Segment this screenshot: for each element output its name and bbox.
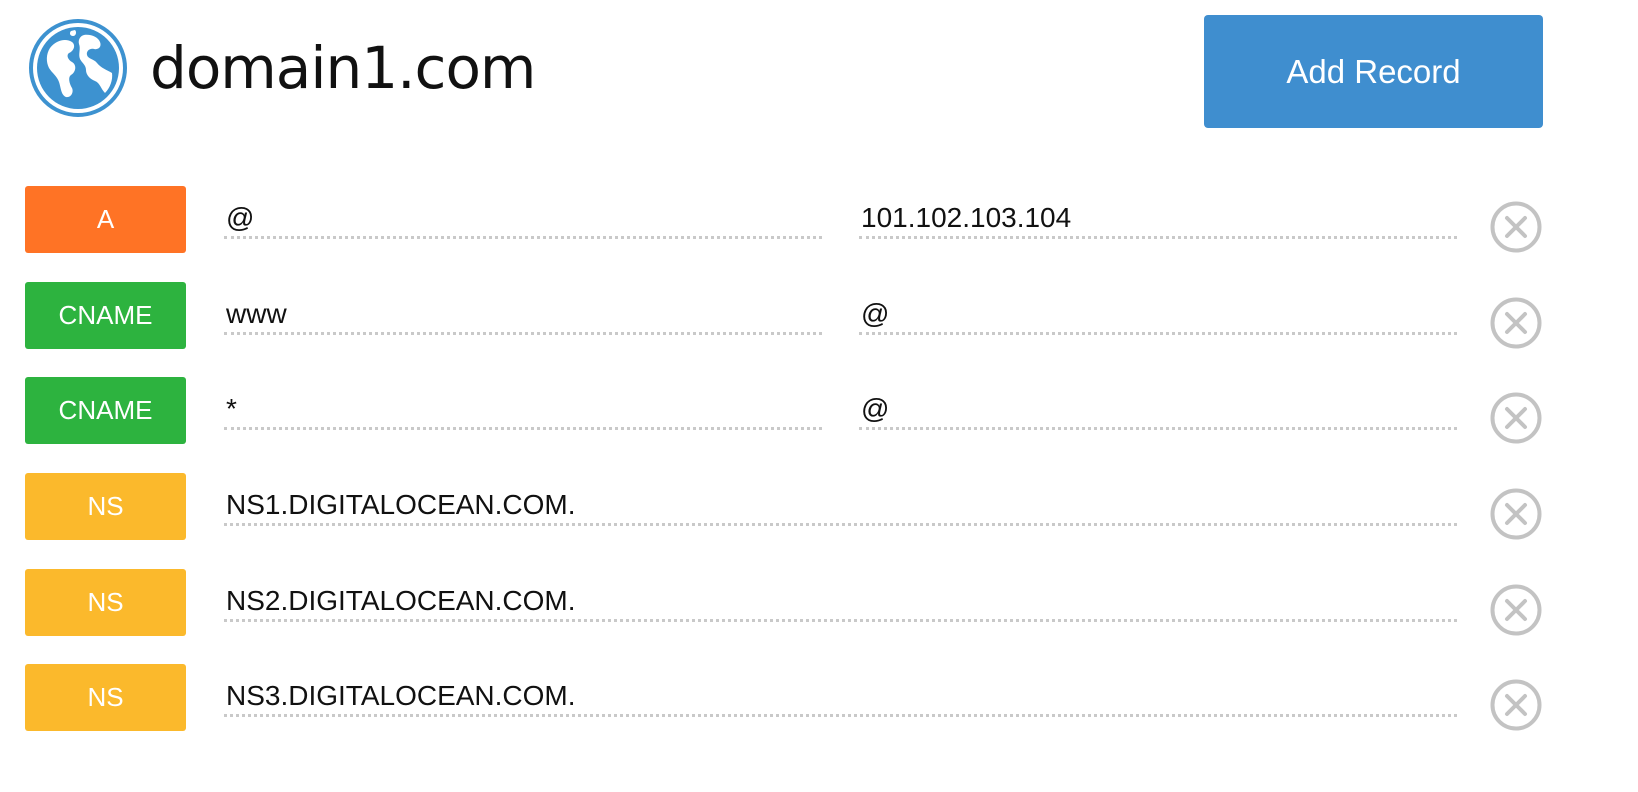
delete-record-icon[interactable] bbox=[1490, 297, 1542, 349]
record-value-input[interactable] bbox=[224, 582, 1457, 622]
header: domain1.com Add Record bbox=[0, 0, 1638, 140]
record-row: A bbox=[0, 185, 1638, 253]
record-type-badge[interactable]: A bbox=[25, 186, 186, 253]
record-type-badge[interactable]: NS bbox=[25, 473, 186, 540]
delete-record-icon[interactable] bbox=[1490, 201, 1542, 253]
record-type-badge[interactable]: NS bbox=[25, 569, 186, 636]
domain-title: domain1.com bbox=[150, 34, 536, 102]
delete-record-icon[interactable] bbox=[1490, 392, 1542, 444]
record-row: NS bbox=[0, 663, 1638, 731]
record-value-input[interactable] bbox=[859, 390, 1457, 430]
record-row: NS bbox=[0, 568, 1638, 636]
record-name-input[interactable] bbox=[224, 199, 822, 239]
add-record-button[interactable]: Add Record bbox=[1204, 15, 1543, 128]
record-value-input[interactable] bbox=[224, 486, 1457, 526]
record-value-input[interactable] bbox=[859, 199, 1457, 239]
record-name-input[interactable] bbox=[224, 390, 822, 430]
delete-record-icon[interactable] bbox=[1490, 584, 1542, 636]
record-row: CNAME bbox=[0, 281, 1638, 349]
record-row: CNAME bbox=[0, 376, 1638, 444]
record-type-badge[interactable]: CNAME bbox=[25, 377, 186, 444]
globe-icon bbox=[29, 19, 127, 117]
record-value-input[interactable] bbox=[859, 295, 1457, 335]
record-value-input[interactable] bbox=[224, 677, 1457, 717]
delete-record-icon[interactable] bbox=[1490, 679, 1542, 731]
delete-record-icon[interactable] bbox=[1490, 488, 1542, 540]
record-name-input[interactable] bbox=[224, 295, 822, 335]
record-row: NS bbox=[0, 472, 1638, 540]
record-type-badge[interactable]: CNAME bbox=[25, 282, 186, 349]
record-type-badge[interactable]: NS bbox=[25, 664, 186, 731]
